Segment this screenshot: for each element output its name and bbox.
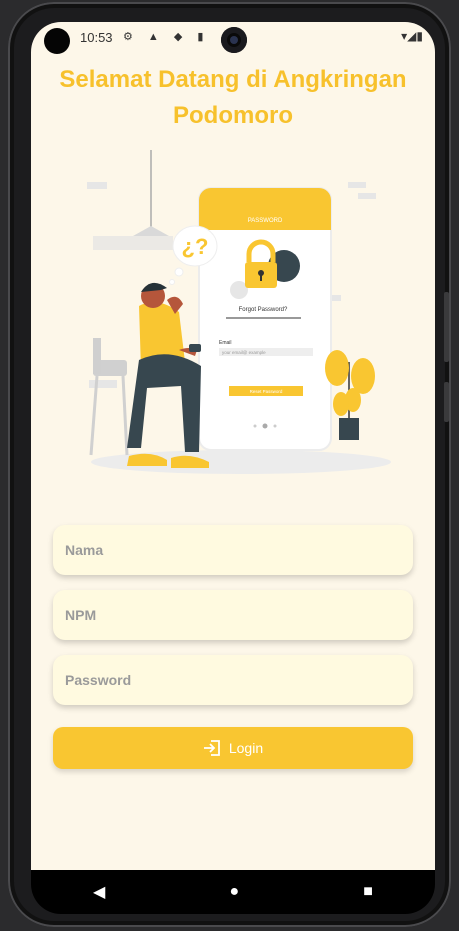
reset-label: Reset Password [250,389,283,394]
forgot-label: Forgot Password? [239,307,288,313]
page-title: Selamat Datang di Angkringan Podomoro [59,66,407,129]
recents-button[interactable]: ■ [363,883,373,901]
clock: 10:53 [80,30,113,45]
system-nav-bar: ◀ ● ■ [31,870,435,914]
notification-icons: ⚙ ▲ ◆ ▮ [123,31,210,43]
nama-field[interactable] [53,525,413,575]
signal-battery-icons: ▾◢▮ [401,29,423,43]
email-label: Email [219,340,232,346]
svg-text:¿?: ¿? [182,234,209,259]
app-screen: 10:53 ⚙ ▲ ◆ ▮ ▾◢▮ Selamat Datang di Angk… [31,22,435,870]
forgot-password-illustration: PASSWORD Forgot Password? Email your ema… [87,150,391,474]
email-hint: your email@ example [222,350,266,355]
login-label: Login [228,740,264,756]
power-button [444,382,449,422]
nama-input[interactable] [53,525,413,575]
password-field[interactable] [53,655,413,705]
password-input[interactable] [53,655,413,705]
npm-input[interactable] [53,590,413,640]
login-button[interactable]: Login [53,727,413,769]
status-bar: 10:53 ⚙ ▲ ◆ ▮ ▾◢▮ [31,22,435,54]
volume-button [444,292,449,362]
npm-field[interactable] [53,590,413,640]
home-button[interactable]: ● [229,883,239,901]
phone-header-label: PASSWORD [248,218,283,224]
back-button[interactable]: ◀ [93,882,105,902]
front-camera [221,27,247,53]
login-icon [203,740,220,756]
camera-cutout [44,28,70,54]
